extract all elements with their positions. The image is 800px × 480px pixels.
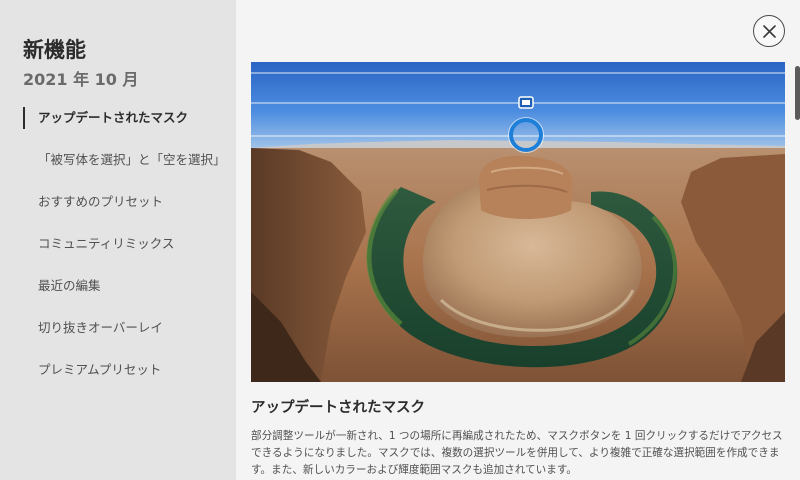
- section-title: アップデートされたマスク: [251, 400, 425, 416]
- nav-item-community-remix[interactable]: コミュニティリミックス: [23, 231, 233, 257]
- close-icon: [762, 24, 776, 38]
- nav-item-premium-presets[interactable]: プレミアムプリセット: [23, 357, 233, 383]
- sidebar: 新機能 2021 年 10 月 アップデートされたマスク 「被写体を選択」と「空…: [0, 0, 236, 480]
- hero-image: [251, 62, 785, 382]
- scrollbar[interactable]: [795, 62, 800, 480]
- nav-item-label: おすすめのプリセット: [38, 194, 164, 209]
- section-description: 部分調整ツールが一新され、1 つの場所に再編成されたため、マスクボタンを 1 回…: [251, 430, 783, 476]
- nav-item-label: 切り抜きオーバーレイ: [38, 320, 163, 335]
- nav-item-updated-masks[interactable]: アップデートされたマスク: [23, 105, 233, 131]
- sidebar-title: 新機能: [23, 38, 86, 62]
- nav-item-crop-overlay[interactable]: 切り抜きオーバーレイ: [23, 315, 233, 341]
- nav-item-label: コミュニティリミックス: [38, 236, 175, 251]
- horseshoe-bend-photo: [251, 62, 785, 382]
- close-button[interactable]: [753, 15, 785, 47]
- nav-item-label: 最近の編集: [38, 278, 101, 293]
- nav-item-recommended-presets[interactable]: おすすめのプリセット: [23, 189, 233, 215]
- nav-item-recent-edits[interactable]: 最近の編集: [23, 273, 233, 299]
- nav-item-label: 「被写体を選択」と「空を選択」: [38, 152, 226, 167]
- scrollbar-thumb[interactable]: [795, 66, 800, 120]
- nav-item-label: アップデートされたマスク: [38, 110, 189, 125]
- release-date: 2021 年 10 月: [23, 70, 139, 89]
- nav-item-select-subject-sky[interactable]: 「被写体を選択」と「空を選択」: [23, 147, 233, 173]
- nav-item-label: プレミアムプリセット: [38, 362, 162, 377]
- gradient-pin-icon[interactable]: [518, 96, 534, 109]
